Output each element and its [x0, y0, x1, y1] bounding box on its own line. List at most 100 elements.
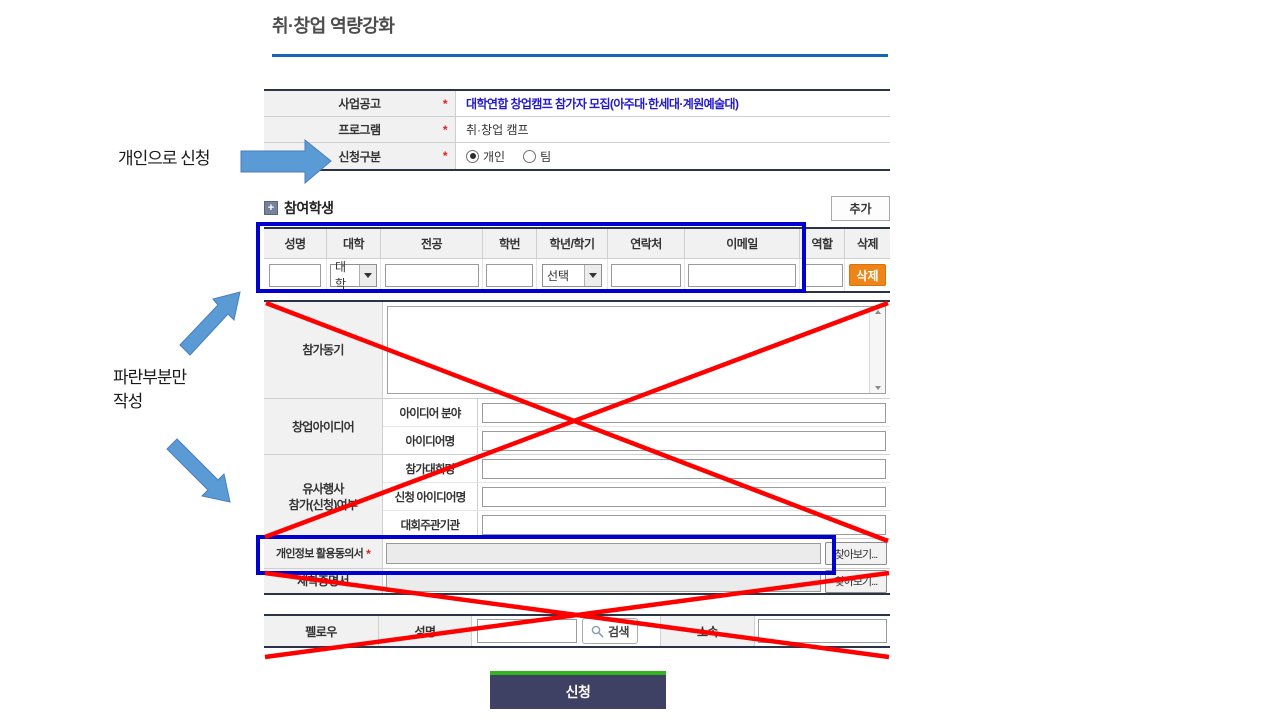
participant-input-row: 대학 선택 삭제 — [264, 259, 890, 291]
table-row: 신청구분 * 개인 팀 — [264, 143, 890, 169]
privacy-label: 개인정보 활용동의서 — [276, 546, 363, 562]
university-select[interactable]: 대학 — [330, 264, 377, 287]
fellow-search-button[interactable]: 검색 — [582, 618, 638, 644]
contest-name-input[interactable] — [482, 459, 886, 479]
student-id-input[interactable] — [486, 264, 533, 287]
delete-participant-button[interactable]: 삭제 — [849, 264, 886, 286]
apply-type-individual-label: 개인 — [483, 148, 505, 165]
announcement-label-cell: 사업공고 * — [264, 91, 456, 116]
scroll-down-icon[interactable] — [875, 386, 881, 390]
email-input[interactable] — [688, 264, 796, 287]
chevron-down-icon — [359, 265, 376, 286]
similar-event-label-line1: 유사행사 — [302, 481, 343, 497]
host-org-row: 대회주관기관 — [383, 511, 890, 538]
name-input[interactable] — [269, 264, 321, 287]
idea-group-row: 창업아이디어 아이디어 분야 아이디어명 — [264, 399, 890, 455]
program-info-table: 사업공고 * 대학연합 창업캠프 참가자 모집(아주대·한세대·계원예술대) 프… — [264, 89, 890, 171]
idea-name-input[interactable] — [482, 431, 886, 451]
contest-name-row: 참가대회명 — [383, 455, 890, 483]
idea-name-label: 아이디어명 — [383, 427, 478, 454]
participants-section-header: + 참여학생 — [264, 198, 334, 218]
fellow-affiliation-input[interactable] — [758, 619, 887, 643]
detail-form-table: 참가동기 창업아이디어 아이디어 분야 — [264, 300, 890, 595]
submit-button[interactable]: 신청 — [490, 671, 666, 709]
motive-row: 참가동기 — [264, 302, 890, 399]
annotation-blue-note-line1: 파란부분만 — [113, 366, 186, 390]
motive-label: 참가동기 — [302, 342, 343, 358]
privacy-consent-row: 개인정보 활용동의서 * 찾아보기... — [264, 539, 890, 569]
apply-type-team-label: 팀 — [540, 148, 551, 165]
host-org-label: 대회주관기관 — [383, 511, 478, 538]
role-input[interactable] — [802, 264, 843, 287]
fellow-label: 펠로우 — [264, 616, 379, 646]
chevron-down-icon — [584, 265, 601, 286]
applied-idea-label: 신청 아이디어명 — [383, 483, 478, 510]
motive-textarea[interactable] — [388, 307, 869, 393]
required-asterisk: * — [443, 149, 447, 163]
header-name: 성명 — [264, 229, 327, 258]
applied-idea-input[interactable] — [482, 487, 886, 507]
header-contact: 연락처 — [608, 229, 685, 258]
announcement-label: 사업공고 — [338, 95, 380, 112]
fellow-affiliation-label: 소속 — [660, 616, 755, 646]
scroll-up-icon[interactable] — [875, 310, 881, 314]
motive-textarea-wrap — [387, 306, 886, 394]
program-label-cell: 프로그램 * — [264, 117, 456, 142]
add-participant-button[interactable]: 추가 — [831, 196, 890, 221]
fellow-name-input[interactable] — [477, 619, 577, 643]
enrollment-browse-button[interactable]: 찾아보기... — [825, 570, 887, 593]
required-asterisk: * — [443, 97, 447, 111]
participants-header-row: 성명 대학 전공 학번 학년/학기 연락처 이메일 역할 삭제 — [264, 229, 890, 259]
fellow-name-label: 성명 — [379, 616, 472, 646]
similar-event-label-cell: 유사행사 참가(신청)여부 — [264, 455, 383, 538]
header-delete: 삭제 — [845, 229, 890, 258]
title-underline — [272, 54, 888, 57]
privacy-browse-button[interactable]: 찾아보기... — [825, 542, 887, 565]
fellow-table: 펠로우 성명 검색 소속 — [264, 614, 890, 648]
contact-input[interactable] — [611, 264, 681, 287]
page: 취·창업 역량강화 개인으로 신청 파란부분만 작성 사업공고 * 대학연합 창… — [0, 0, 1280, 720]
header-grade-semester: 학년/학기 — [537, 229, 608, 258]
grade-select[interactable]: 선택 — [542, 264, 602, 287]
idea-field-input[interactable] — [482, 403, 886, 423]
radio-selected-icon[interactable] — [466, 150, 479, 163]
similar-event-group-row: 유사행사 참가(신청)여부 참가대회명 신청 아이디어명 대회주관기관 — [264, 455, 890, 539]
idea-field-label: 아이디어 분야 — [383, 399, 478, 426]
table-row: 프로그램 * 취·창업 캠프 — [264, 117, 890, 143]
privacy-label-cell: 개인정보 활용동의서 * — [264, 539, 383, 568]
page-title: 취·창업 역량강화 — [272, 12, 394, 38]
contest-name-label: 참가대회명 — [383, 455, 478, 482]
scrollbar[interactable] — [869, 307, 885, 393]
apply-type-individual-option[interactable]: 개인 — [466, 148, 505, 165]
idea-name-row: 아이디어명 — [383, 427, 890, 454]
participants-section-title: 참여학생 — [284, 198, 334, 218]
enrollment-file-input[interactable] — [386, 571, 821, 592]
header-email: 이메일 — [685, 229, 800, 258]
announcement-title-link[interactable]: 대학연합 창업캠프 참가자 모집(아주대·한세대·계원예술대) — [466, 95, 738, 112]
participants-table: 성명 대학 전공 학번 학년/학기 연락처 이메일 역할 삭제 대학 선택 — [264, 227, 890, 293]
similar-event-label-line2: 참가(신청)여부 — [289, 497, 358, 513]
header-student-id: 학번 — [483, 229, 537, 258]
major-input[interactable] — [385, 264, 479, 287]
idea-group-label: 창업아이디어 — [292, 419, 354, 435]
header-role: 역할 — [800, 229, 845, 258]
header-major: 전공 — [381, 229, 483, 258]
table-row: 사업공고 * 대학연합 창업캠프 참가자 모집(아주대·한세대·계원예술대) — [264, 91, 890, 117]
host-org-input[interactable] — [482, 515, 886, 535]
apply-type-label-cell: 신청구분 * — [264, 143, 456, 169]
plus-icon: + — [264, 201, 278, 215]
apply-type-team-option[interactable]: 팀 — [523, 148, 551, 165]
idea-field-row: 아이디어 분야 — [383, 399, 890, 427]
fellow-search-label: 검색 — [608, 623, 629, 640]
grade-select-value: 선택 — [543, 265, 584, 286]
radio-unselected-icon[interactable] — [523, 150, 536, 163]
annotation-individual-note: 개인으로 신청 — [118, 144, 210, 169]
annotation-blue-note: 파란부분만 작성 — [113, 366, 186, 414]
fellow-affiliation-cell — [755, 616, 890, 646]
university-select-value: 대학 — [331, 265, 359, 286]
privacy-file-input[interactable] — [386, 543, 821, 564]
enrollment-label-cell: 재학증명서 — [264, 569, 383, 593]
required-asterisk: * — [443, 123, 447, 137]
fellow-search-cell: 검색 — [472, 616, 660, 646]
search-icon — [591, 625, 604, 638]
